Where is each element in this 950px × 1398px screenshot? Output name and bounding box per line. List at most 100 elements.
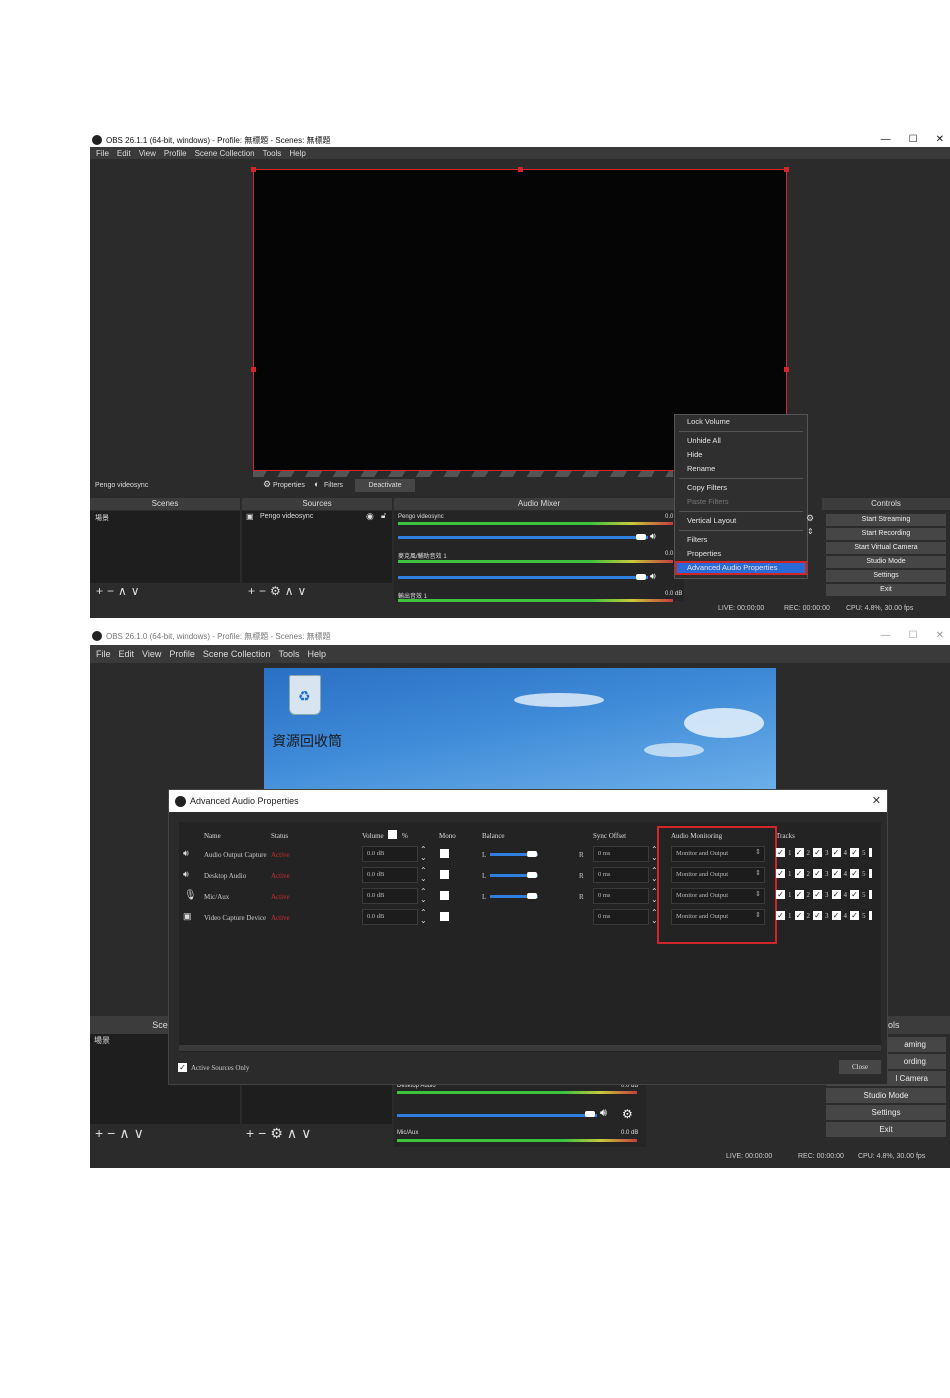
sync-offset-field[interactable]: 0 ms — [593, 846, 649, 862]
filters-button[interactable]: Filters — [324, 482, 343, 489]
volume-slider[interactable] — [398, 576, 648, 579]
sources-add-remove-move[interactable]: +−⚙∧∨ — [248, 584, 310, 598]
menu-scene-collection[interactable]: Scene Collection — [203, 649, 271, 659]
mono-checkbox[interactable] — [440, 870, 449, 879]
track-checkbox[interactable] — [868, 848, 872, 857]
minimize-button[interactable]: — — [881, 133, 891, 147]
menu-item-properties[interactable]: Properties — [675, 547, 807, 561]
menu-item-filters[interactable]: Filters — [675, 533, 807, 547]
speaker-icon[interactable]: 🔊︎ — [650, 571, 656, 582]
menu-item-advanced-audio-properties[interactable]: Advanced Audio Properties — [675, 561, 807, 575]
maximize-button[interactable]: ☐ — [909, 627, 918, 645]
start-streaming-button[interactable]: Start Streaming — [826, 514, 946, 526]
eye-icon[interactable]: ◉ — [366, 511, 374, 522]
track-checkbox[interactable]: ✓ — [813, 911, 822, 920]
volume-slider[interactable] — [397, 1114, 597, 1117]
source-item[interactable]: Pengo videosync — [260, 513, 313, 520]
volume-slider[interactable] — [398, 536, 648, 539]
dialog-close-button[interactable]: Close — [839, 1060, 881, 1074]
sync-offset-field[interactable]: 0 ms — [593, 909, 649, 925]
track-checkbox[interactable]: ✓ — [850, 890, 859, 899]
close-button[interactable]: ✕ — [936, 133, 944, 147]
track-checkbox[interactable]: ✓ — [776, 848, 785, 857]
selection-handle[interactable] — [251, 167, 256, 172]
gear-icon[interactable]: ⚙ — [622, 1107, 633, 1121]
menu-help[interactable]: Help — [289, 149, 305, 158]
recycle-bin-label[interactable]: 資源回收筒 — [272, 731, 342, 751]
track-checkbox[interactable]: ✓ — [794, 911, 804, 920]
selection-handle[interactable] — [518, 167, 523, 172]
track-checkbox[interactable]: ✓ — [813, 848, 822, 857]
menu-tools[interactable]: Tools — [278, 649, 299, 659]
maximize-button[interactable]: ☐ — [909, 133, 918, 147]
track-checkbox[interactable]: ✓ — [813, 869, 822, 878]
close-button[interactable]: ✕ — [936, 627, 944, 645]
menu-profile[interactable]: Profile — [169, 649, 195, 659]
menu-profile[interactable]: Profile — [164, 149, 187, 158]
menu-item-hide[interactable]: Hide — [675, 448, 807, 462]
volume-spinner-icon[interactable]: ⌃ ⌄ — [420, 888, 427, 904]
mono-checkbox[interactable] — [440, 891, 449, 900]
scene-item[interactable]: 場景 — [94, 1035, 110, 1046]
selection-handle[interactable] — [784, 367, 789, 372]
active-sources-only-checkbox[interactable]: ✓ — [178, 1063, 187, 1072]
volume-slider-knob[interactable] — [636, 534, 646, 540]
menu-scene-collection[interactable]: Scene Collection — [195, 149, 255, 158]
menu-item-unhide-all[interactable]: Unhide All — [675, 434, 807, 448]
track-checkbox[interactable]: ✓ — [794, 869, 804, 878]
speaker-icon[interactable]: 🔊︎ — [600, 1107, 607, 1120]
track-checkbox[interactable]: ✓ — [850, 869, 859, 878]
deactivate-button[interactable]: Deactivate — [355, 479, 415, 492]
start-recording-button[interactable]: Start Recording — [826, 528, 946, 540]
menu-item-rename[interactable]: Rename — [675, 462, 807, 476]
volume-spinner-icon[interactable]: ⌃ ⌄ — [420, 909, 427, 925]
menu-item-lock-volume[interactable]: Lock Volume — [675, 415, 807, 429]
menu-tools[interactable]: Tools — [263, 149, 282, 158]
volume-spinner-icon[interactable]: ⌃ ⌄ — [420, 846, 427, 862]
volume-spinner-icon[interactable]: ⌃ ⌄ — [420, 867, 427, 883]
mono-checkbox[interactable] — [440, 849, 449, 858]
track-checkbox[interactable]: ✓ — [831, 890, 841, 899]
menu-file[interactable]: File — [96, 149, 109, 158]
menu-item-copy-filters[interactable]: Copy Filters — [675, 481, 807, 495]
track-checkbox[interactable]: ✓ — [831, 911, 841, 920]
track-checkbox[interactable]: ✓ — [850, 848, 859, 857]
sync-offset-field[interactable]: 0 ms — [593, 867, 649, 883]
track-checkbox[interactable]: ✓ — [776, 869, 785, 878]
menu-item-vertical-layout[interactable]: Vertical Layout — [675, 514, 807, 528]
scroll-arrows-icon[interactable]: ⇕ — [807, 527, 814, 536]
track-checkbox[interactable]: ✓ — [776, 890, 785, 899]
track-checkbox[interactable]: ✓ — [813, 890, 822, 899]
track-checkbox[interactable]: ✓ — [850, 911, 859, 920]
speaker-icon[interactable]: 🔊︎ — [650, 531, 656, 542]
track-checkbox[interactable] — [868, 869, 872, 878]
studio-mode-button[interactable]: Studio Mode — [826, 556, 946, 568]
settings-button[interactable]: Settings — [826, 1105, 946, 1120]
track-checkbox[interactable]: ✓ — [794, 848, 804, 857]
selection-handle[interactable] — [251, 367, 256, 372]
scene-item[interactable]: 場景 — [95, 513, 109, 523]
volume-field[interactable]: 0.0 dB — [362, 867, 418, 883]
volume-slider-knob[interactable] — [585, 1111, 595, 1117]
track-checkbox[interactable] — [868, 911, 872, 920]
scenes-add-remove-move[interactable]: +−∧∨ — [96, 584, 144, 598]
menu-help[interactable]: Help — [307, 649, 326, 659]
exit-button[interactable]: Exit — [826, 584, 946, 596]
menu-view[interactable]: View — [139, 149, 156, 158]
settings-button[interactable]: Settings — [826, 570, 946, 582]
scenes-add-remove-move[interactable]: +−∧∨ — [95, 1125, 148, 1142]
balance-slider-knob[interactable] — [527, 893, 537, 899]
minimize-button[interactable]: — — [881, 627, 891, 645]
scenes-list[interactable] — [90, 511, 240, 583]
sources-add-remove-move[interactable]: +−⚙∧∨ — [246, 1125, 315, 1142]
track-checkbox[interactable]: ✓ — [831, 869, 841, 878]
sync-offset-field[interactable]: 0 ms — [593, 888, 649, 904]
menu-file[interactable]: File — [96, 649, 111, 659]
track-checkbox[interactable]: ✓ — [776, 911, 785, 920]
menu-edit[interactable]: Edit — [117, 149, 131, 158]
horizontal-scrollbar[interactable] — [179, 1045, 881, 1051]
lock-icon[interactable]: 🔓︎ — [381, 511, 386, 521]
selection-handle[interactable] — [784, 167, 789, 172]
menu-edit[interactable]: Edit — [119, 649, 135, 659]
volume-field[interactable]: 0.0 dB — [362, 909, 418, 925]
